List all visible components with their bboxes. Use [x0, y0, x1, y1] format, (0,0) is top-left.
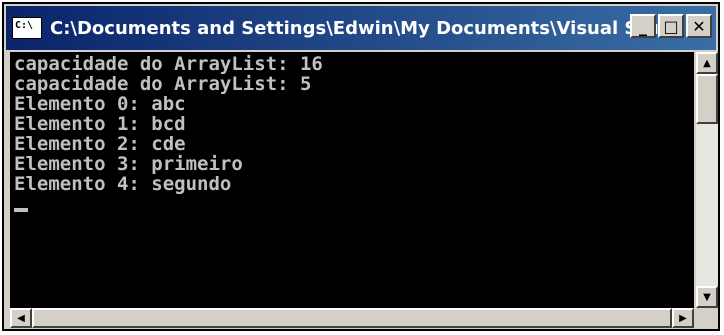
console-line: Elemento 2: cde — [14, 133, 186, 155]
vertical-scroll-thumb[interactable] — [696, 74, 718, 124]
vertical-scrollbar[interactable]: ▲ ▼ — [696, 52, 718, 308]
console-line: Elemento 0: abc — [14, 93, 186, 115]
close-button[interactable]: ✕ — [686, 14, 712, 38]
window-title: C:\Documents and Settings\Edwin\My Docum… — [50, 17, 660, 39]
console-output[interactable]: capacidade do ArrayList: 16 capacidade d… — [10, 52, 694, 308]
console-line: capacidade do ArrayList: 5 — [14, 73, 312, 95]
console-window: C:\Documents and Settings\Edwin\My Docum… — [2, 2, 720, 331]
title-bar[interactable]: C:\Documents and Settings\Edwin\My Docum… — [6, 6, 716, 50]
console-line: Elemento 1: bcd — [14, 113, 186, 135]
console-line: Elemento 3: primeiro — [14, 153, 243, 175]
window-controls: _ □ ✕ — [630, 14, 712, 38]
scroll-down-button[interactable]: ▼ — [696, 286, 718, 308]
horizontal-scrollbar[interactable]: ◀ ▶ — [10, 308, 694, 328]
console-icon[interactable] — [12, 17, 42, 39]
console-line: capacidade do ArrayList: 16 — [14, 53, 323, 75]
maximize-button[interactable]: □ — [658, 14, 684, 38]
console-line: Elemento 4: segundo — [14, 173, 232, 195]
horizontal-scroll-thumb[interactable] — [32, 308, 672, 328]
scroll-up-button[interactable]: ▲ — [696, 52, 718, 74]
scroll-left-button[interactable]: ◀ — [10, 308, 32, 328]
text-cursor — [14, 208, 28, 212]
scroll-right-button[interactable]: ▶ — [672, 308, 694, 328]
minimize-button[interactable]: _ — [630, 14, 656, 38]
size-grip[interactable] — [696, 308, 718, 328]
